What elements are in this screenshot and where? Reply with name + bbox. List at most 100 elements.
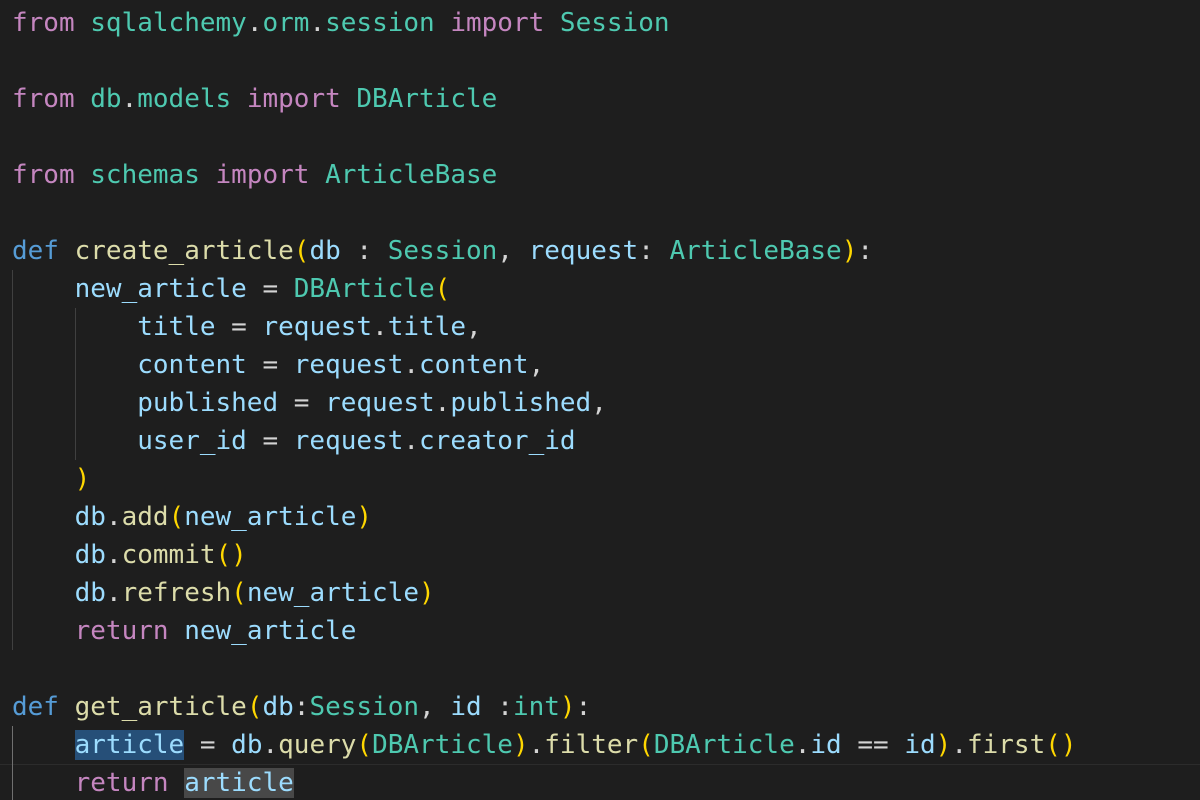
code-line[interactable]: def create_article(db : Session, request…	[12, 232, 1077, 270]
code-token: request	[262, 312, 373, 342]
code-token: ArticleBase	[669, 236, 842, 266]
code-token: .	[262, 730, 279, 760]
code-line[interactable]	[12, 650, 1077, 688]
code-token: import	[246, 84, 341, 114]
code-token: :	[481, 692, 513, 722]
code-token: return	[74, 768, 169, 798]
code-line[interactable]: def get_article(db:Session, id :int):	[12, 688, 1077, 726]
code-token: DBArticle	[356, 84, 498, 114]
code-token: (	[638, 730, 654, 760]
code-token: )	[356, 502, 373, 532]
code-token: user_id	[137, 426, 247, 456]
code-token: (	[434, 274, 451, 304]
code-token: .	[105, 502, 122, 532]
code-line[interactable]: user_id = request.creator_id	[12, 422, 1077, 460]
code-token: published	[450, 388, 592, 418]
code-token: :	[293, 692, 310, 722]
code-token: commit	[121, 540, 216, 570]
code-line[interactable]: from schemas import ArticleBase	[12, 156, 1077, 194]
code-token: DBArticle	[293, 274, 435, 304]
code-token: new_article	[246, 578, 420, 608]
code-line[interactable]: published = request.published,	[12, 384, 1077, 422]
code-token: .	[246, 8, 263, 38]
code-token: Session	[559, 8, 670, 38]
code-token: new_article	[184, 616, 357, 646]
code-line[interactable]: )	[12, 460, 1077, 498]
code-token: db	[74, 578, 106, 608]
code-token: ,	[591, 388, 607, 418]
code-token: =	[246, 350, 294, 380]
code-text[interactable]: from sqlalchemy.orm.session import Sessi…	[12, 4, 1077, 800]
code-line[interactable]	[12, 118, 1077, 156]
code-token: :	[575, 692, 592, 722]
code-token: id	[450, 692, 482, 722]
code-token: content	[419, 350, 529, 380]
code-token: (	[356, 730, 373, 760]
code-token: id	[810, 730, 842, 760]
code-line[interactable]	[12, 194, 1077, 232]
code-token: schemas	[90, 160, 200, 190]
code-token: .	[951, 730, 967, 760]
code-token: db	[231, 730, 263, 760]
code-token: from	[12, 160, 75, 190]
code-editor[interactable]: from sqlalchemy.orm.session import Sessi…	[0, 0, 1200, 800]
code-line[interactable]: from sqlalchemy.orm.session import Sessi…	[12, 4, 1077, 42]
code-line[interactable]: db.refresh(new_article)	[12, 574, 1077, 612]
code-token: )	[74, 464, 91, 494]
code-token: ==	[841, 730, 905, 760]
code-token: first	[966, 730, 1046, 760]
code-token: (	[246, 692, 263, 722]
code-line[interactable]: from db.models import DBArticle	[12, 80, 1077, 118]
code-token: :	[638, 236, 670, 266]
code-line[interactable]: return new_article	[12, 612, 1077, 650]
code-token: :	[857, 236, 873, 266]
code-line[interactable]	[12, 42, 1077, 80]
code-line[interactable]: db.commit()	[12, 536, 1077, 574]
code-token: (	[168, 502, 185, 532]
code-token: )	[559, 692, 576, 722]
code-token: db	[262, 692, 294, 722]
code-token: .	[105, 578, 122, 608]
code-line[interactable]: return article	[12, 764, 1077, 800]
code-token: =	[246, 426, 294, 456]
code-token: (	[293, 236, 310, 266]
code-line[interactable]: new_article = DBArticle(	[12, 270, 1077, 308]
code-token: request	[293, 426, 404, 456]
code-token: session	[325, 8, 435, 38]
code-token: title	[387, 312, 466, 342]
code-token: int	[512, 692, 560, 722]
code-token: ()	[1045, 730, 1077, 760]
code-token: article	[184, 768, 294, 798]
code-line[interactable]: article = db.query(DBArticle).filter(DBA…	[12, 726, 1077, 764]
code-token: db	[74, 540, 106, 570]
code-line[interactable]: content = request.content,	[12, 346, 1077, 384]
code-line[interactable]: title = request.title,	[12, 308, 1077, 346]
code-token: .	[528, 730, 545, 760]
code-token: db	[90, 84, 122, 114]
code-token: new_article	[74, 274, 247, 304]
code-token: db	[74, 502, 106, 532]
code-token: =	[184, 730, 232, 760]
code-line[interactable]: db.add(new_article)	[12, 498, 1077, 536]
code-token: )	[841, 236, 858, 266]
code-token: published	[137, 388, 279, 418]
